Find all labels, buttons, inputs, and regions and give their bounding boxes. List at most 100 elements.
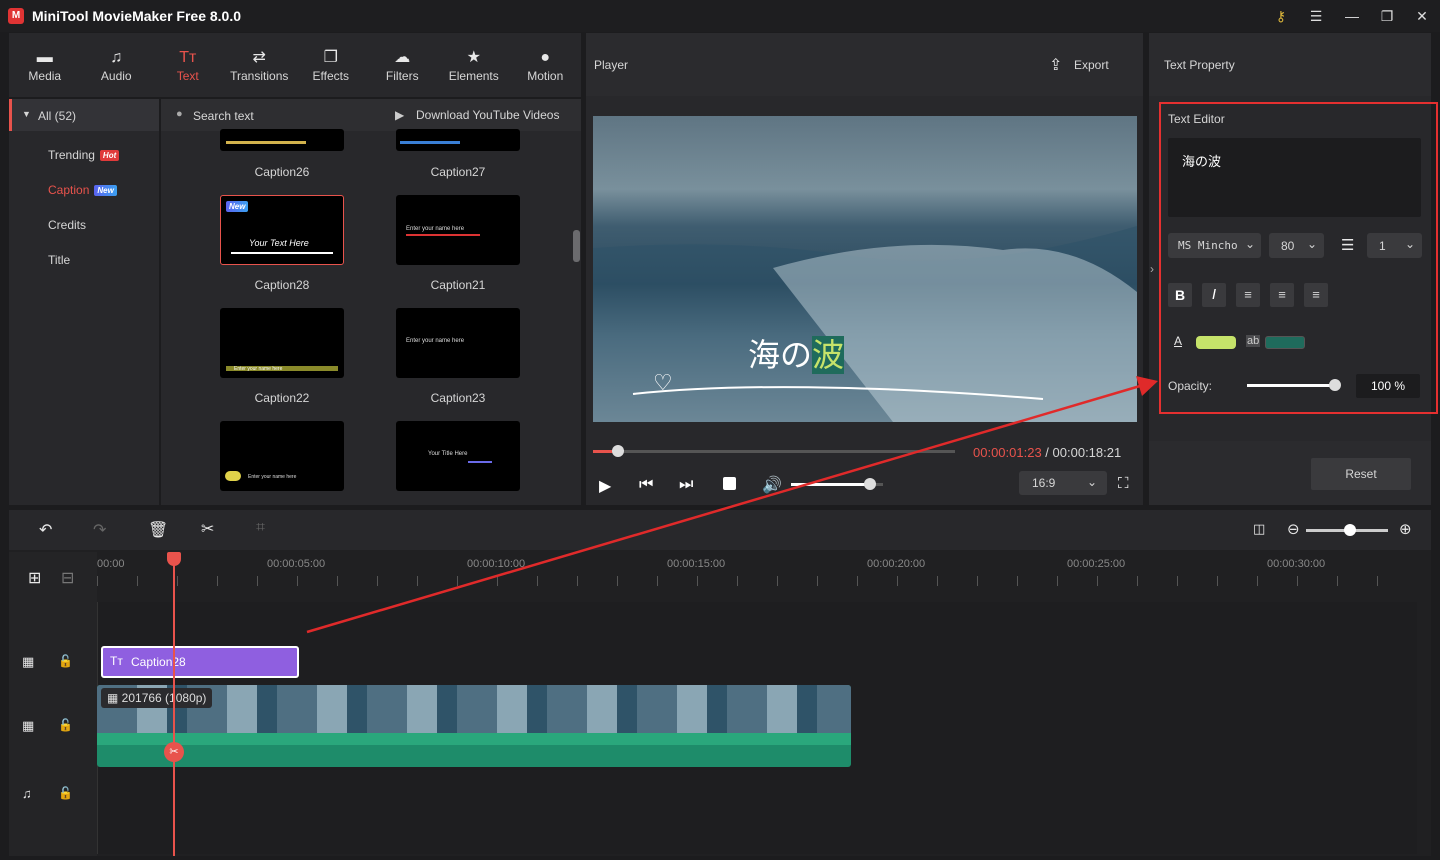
caption26-thumbnail[interactable] — [220, 129, 344, 151]
opacity-input[interactable]: 100 % — [1356, 374, 1420, 398]
tab-filters[interactable]: ☁ Filters — [367, 33, 439, 97]
bold-button[interactable]: B — [1168, 283, 1192, 307]
undo-icon[interactable]: ↶ — [39, 520, 52, 540]
playback-progress-handle[interactable] — [612, 445, 625, 457]
tab-transitions[interactable]: ⇄ Transitions — [224, 33, 296, 97]
playback-progress-track[interactable] — [593, 445, 955, 457]
category-sidebar: ▼ All (52) Trending Hot Caption New Credit… — [9, 99, 159, 505]
tab-text[interactable]: Tт Text — [152, 33, 224, 97]
fit-timeline-icon[interactable]: ◫ — [1253, 521, 1265, 537]
opacity-slider[interactable] — [1247, 379, 1341, 391]
tab-media[interactable]: ▬ Media — [9, 33, 81, 97]
caption25-thumbnail[interactable]: Your Title Here — [396, 421, 520, 491]
video-clip-name: 201766 (1080p) — [121, 691, 207, 705]
aspect-ratio-select[interactable]: 16:9 ⌄ — [1019, 471, 1107, 495]
fullscreen-icon[interactable]: ⛶ — [1118, 475, 1129, 492]
scissors-icon[interactable]: ✂ — [164, 742, 184, 762]
text-editor-label: Text Editor — [1168, 112, 1225, 126]
key-icon[interactable]: ⚷ — [1272, 7, 1290, 25]
caption21-label: Caption21 — [430, 278, 486, 292]
download-youtube-button[interactable]: Download YouTube Videos — [416, 108, 559, 122]
sidebar-item-trending[interactable]: Trending Hot — [48, 148, 120, 162]
previous-frame-icon[interactable]: ⏮ — [639, 476, 653, 494]
text-track-film-icon: ▦ — [22, 654, 35, 669]
volume-handle[interactable] — [864, 478, 877, 490]
redo-icon[interactable]: ↷ — [93, 520, 106, 540]
minimize-icon[interactable]: — — [1343, 7, 1361, 25]
align-center-icon[interactable]: ≡ — [1270, 283, 1294, 307]
align-left-icon[interactable]: ≡ — [1236, 283, 1260, 307]
search-input[interactable]: Search text — [193, 109, 254, 123]
ruler-ticks — [97, 576, 1417, 586]
playhead-handle[interactable] — [167, 552, 181, 566]
split-icon[interactable]: ✂ — [201, 519, 214, 539]
video-preview[interactable]: 海の波 ♡ — [593, 116, 1137, 422]
delete-icon[interactable]: 🗑 — [148, 520, 168, 540]
lock-icon[interactable]: 🔓 — [58, 786, 73, 800]
lock-icon[interactable]: 🔓 — [58, 718, 73, 732]
chevron-down-icon: ⌄ — [1245, 237, 1256, 251]
overlay-caption-text: 海の波 — [748, 330, 845, 376]
add-track-icon[interactable]: ⊞ — [28, 568, 41, 588]
crop-icon[interactable]: ⌗ — [256, 519, 265, 537]
caption21-thumbnail[interactable]: Enter your name here — [396, 195, 520, 265]
film-icon: ▦ — [107, 691, 122, 705]
sidebar-header-label: All (52) — [38, 109, 77, 123]
caption27-label: Caption27 — [430, 165, 486, 179]
caption23-thumbnail[interactable]: Enter your name here — [396, 308, 520, 378]
time-display: 00:00:01:23 / 00:00:18:21 — [973, 445, 1121, 460]
font-size-select[interactable]: 80 ⌄ — [1269, 233, 1324, 258]
text-editor-input[interactable]: 海の波 — [1168, 138, 1421, 217]
tab-effects[interactable]: ❐ Effects — [295, 33, 367, 97]
overlay-text-highlight: 波 — [812, 336, 845, 374]
caption28-thumbnail[interactable]: New Your Text Here — [220, 195, 344, 265]
video-clip[interactable]: ▦ 201766 (1080p) — [97, 685, 851, 767]
tab-elements[interactable]: ★ Elements — [438, 33, 510, 97]
playhead-line[interactable]: ✂ — [164, 552, 184, 856]
export-button[interactable]: Export — [1074, 58, 1109, 72]
volume-slider[interactable] — [791, 478, 883, 490]
text-icon: Tт — [179, 49, 197, 66]
lock-icon[interactable]: 🔓 — [58, 654, 73, 668]
timeline-zoom-slider[interactable] — [1306, 524, 1388, 536]
text-clip[interactable]: Tт Caption28 — [101, 646, 299, 678]
tab-motion[interactable]: ● Motion — [510, 33, 582, 97]
stop-icon[interactable] — [723, 477, 736, 490]
music-track-icon: ♫ — [22, 786, 32, 801]
sidebar-item-credits[interactable]: Credits — [48, 218, 86, 232]
caption22-thumbnail[interactable]: Enter your name here — [220, 308, 344, 378]
close-icon[interactable]: ✕ — [1413, 7, 1431, 25]
align-right-icon[interactable]: ≡ — [1304, 283, 1328, 307]
zoom-in-icon[interactable]: ⊕ — [1399, 520, 1412, 538]
opacity-handle[interactable] — [1329, 379, 1341, 391]
caption27-thumbnail[interactable] — [396, 129, 520, 151]
heart-icon: ♡ — [653, 370, 673, 395]
zoom-out-icon[interactable]: ⊖ — [1287, 520, 1300, 538]
menu-icon[interactable]: ☰ — [1307, 7, 1325, 25]
italic-button[interactable]: I — [1202, 283, 1226, 307]
caption24-thumbnail[interactable]: Enter your name here — [220, 421, 344, 491]
tab-audio[interactable]: ♫ Audio — [81, 33, 153, 97]
zoom-handle[interactable] — [1344, 524, 1356, 536]
remove-track-icon[interactable]: ⊟ — [61, 568, 74, 588]
maximize-icon[interactable]: ❐ — [1378, 7, 1396, 25]
background-color-swatch[interactable] — [1265, 336, 1305, 349]
font-color-swatch[interactable] — [1196, 336, 1236, 349]
line-spacing-select[interactable]: 1 ⌄ — [1367, 233, 1422, 258]
collapse-panel-icon[interactable]: › — [1150, 262, 1154, 276]
gallery-scrollbar[interactable] — [573, 230, 580, 262]
font-family-select[interactable]: MS Mincho ⌄ — [1168, 233, 1261, 258]
play-icon[interactable]: ▶ — [599, 476, 611, 496]
time-ruler[interactable]: 00:00 00:00:05:00 00:00:10:00 00:00:15:0… — [97, 552, 1417, 602]
sidebar-item-all[interactable]: ▼ All (52) — [9, 99, 159, 131]
volume-icon[interactable]: 🔊 — [762, 475, 782, 495]
next-frame-icon[interactable]: ⏭ — [679, 476, 693, 494]
sidebar-item-title[interactable]: Title — [48, 253, 70, 267]
font-color-icon: A — [1174, 334, 1183, 348]
font-size-value: 80 — [1281, 239, 1295, 253]
ruler-tick-label: 00:00:25:00 — [1067, 558, 1126, 570]
filters-icon: ☁ — [394, 49, 411, 66]
reset-button[interactable]: Reset — [1311, 458, 1411, 490]
ruler-tick-label: 00:00:10:00 — [467, 558, 526, 570]
sidebar-item-caption[interactable]: Caption New — [48, 183, 117, 197]
